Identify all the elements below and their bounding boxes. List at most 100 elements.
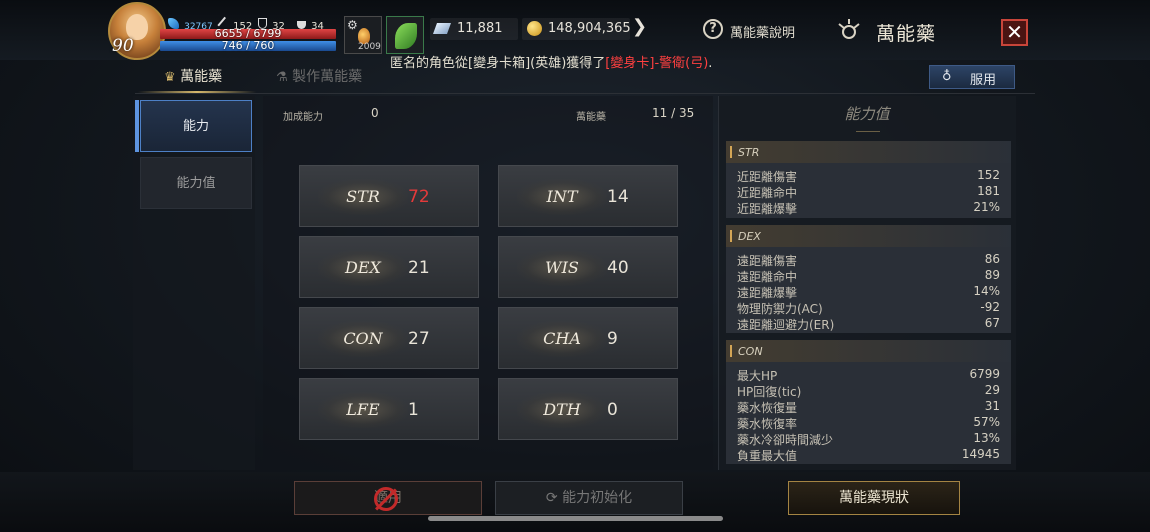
stat-row: 遠距離迴避力(ER) 67 — [726, 315, 1011, 332]
use-button-label: 服用 — [970, 73, 997, 88]
elixir-count-label: 萬能藥 — [576, 112, 606, 123]
stat-value: 9 — [607, 329, 618, 349]
tab-craft-label: 製作萬能藥 — [292, 69, 363, 85]
stat-value: 1 — [408, 400, 419, 420]
stat-card-con[interactable]: CON 27 — [299, 307, 479, 369]
buff-slot[interactable] — [386, 16, 424, 54]
group-dex: DEX 遠距離傷害 86 遠距離命中 89 遠距離爆擊 14% 物理防禦力(AC) -9… — [726, 225, 1011, 333]
mp-text: 746 / 760 — [221, 39, 275, 52]
row-label: 遠距離迴避力(ER) — [737, 318, 835, 332]
nav-item-ability[interactable]: 能力 — [140, 100, 252, 152]
stat-card-wis[interactable]: WIS 40 — [498, 236, 678, 298]
group-con: CON 最大HP 6799 HP回復(tic) 29 藥水恢復量 31 藥水恢復率 57… — [726, 340, 1011, 464]
stat-row: 負重最大值 14945 — [726, 446, 1011, 463]
stat-row: 遠距離爆擊 14% — [726, 283, 1011, 300]
title-ornament — [856, 124, 880, 132]
hp-text: 6655 / 6799 — [214, 27, 282, 40]
reset-button-label: 能力初始化 — [562, 490, 633, 506]
stat-row: 近距離命中 181 — [726, 183, 1011, 200]
group-accent — [730, 345, 732, 357]
group-name: CON — [738, 345, 763, 358]
stat-row: 遠距離傷害 86 — [726, 251, 1011, 268]
row-value: 152 — [977, 168, 1000, 182]
row-value: 181 — [977, 184, 1000, 198]
stat-row: HP回復(tic) 29 — [726, 382, 1011, 399]
stat-name: WIS — [545, 258, 579, 277]
chevron-right-icon[interactable]: ❯ — [632, 16, 647, 37]
page-title: 萬能藥 — [876, 23, 937, 45]
row-value: 13% — [973, 431, 1000, 445]
stat-value: 21 — [408, 258, 430, 278]
stat-name: LFE — [346, 400, 380, 419]
stat-card-cha[interactable]: CHA 9 — [498, 307, 678, 369]
close-icon: ✕ — [1006, 20, 1023, 44]
stat-value: 14 — [607, 187, 629, 207]
stat-name: CON — [343, 329, 383, 348]
row-value: 86 — [984, 252, 1000, 266]
gold-currency: 148,904,365 — [522, 18, 631, 40]
group-name: DEX — [738, 230, 761, 243]
mp-bar: 746 / 760 — [160, 39, 336, 52]
nav-item-stat-values[interactable]: 能力值 — [140, 157, 252, 209]
tab-craft-elixir[interactable]: ⚗ 製作萬能藥 — [276, 66, 362, 86]
stat-value: 0 — [607, 400, 618, 420]
help-label[interactable]: 萬能藥說明 — [730, 22, 795, 41]
character-level: 90 — [112, 36, 134, 56]
row-value: -92 — [980, 300, 1000, 314]
row-value: 6799 — [969, 367, 1000, 381]
elixir-status-button[interactable]: 萬能藥現狀 — [788, 481, 960, 515]
stat-card-str[interactable]: STR 72 — [299, 165, 479, 227]
gear-icon: ⚙ — [347, 18, 358, 32]
close-button[interactable]: ✕ — [1001, 19, 1028, 46]
group-name: STR — [738, 146, 760, 159]
home-indicator[interactable] — [428, 516, 723, 521]
trophy-icon — [297, 21, 306, 29]
nav-active-indicator — [135, 100, 139, 152]
tab-elixir-label: 萬能藥 — [180, 69, 223, 85]
row-label: 近距離爆擊 — [737, 202, 798, 216]
hp-bar: 6655 / 6799 — [160, 27, 336, 40]
group-header: CON — [726, 340, 1011, 362]
potion-count: 2009 — [358, 42, 381, 52]
elixir-crest-icon — [838, 19, 860, 39]
tab-elixir[interactable]: ♛ 萬能藥 — [164, 66, 222, 86]
group-accent — [730, 146, 732, 158]
potion-use-icon: ♁ — [942, 69, 952, 84]
stat-row: 藥水恢復量 31 — [726, 398, 1011, 415]
row-value: 89 — [984, 268, 1000, 282]
refresh-icon: ⟳ — [545, 490, 558, 506]
row-value: 29 — [984, 383, 1000, 397]
notice-suffix: . — [708, 56, 713, 71]
row-value: 14% — [973, 284, 1000, 298]
diamond-icon — [432, 23, 452, 34]
divider — [135, 93, 1035, 94]
help-icon[interactable]: ? — [703, 19, 723, 39]
reset-ability-button[interactable]: ⟳ 能力初始化 — [495, 481, 683, 515]
stat-card-int[interactable]: INT 14 — [498, 165, 678, 227]
stat-row: 最大HP 6799 — [726, 366, 1011, 383]
bonus-value: 0 — [371, 106, 379, 120]
stat-card-dth[interactable]: DTH 0 — [498, 378, 678, 440]
craft-icon: ⚗ — [276, 70, 288, 85]
diamond-currency: 11,881 — [430, 18, 518, 40]
stat-value: 40 — [607, 258, 629, 278]
group-header: STR — [726, 141, 1011, 163]
row-value: 31 — [984, 399, 1000, 413]
group-header: DEX — [726, 225, 1011, 247]
stat-name: CHA — [543, 329, 581, 348]
row-value: 21% — [973, 200, 1000, 214]
bonus-label: 加成能力 — [283, 112, 323, 123]
row-value: 67 — [984, 316, 1000, 330]
stat-card-lfe[interactable]: LFE 1 — [299, 378, 479, 440]
stat-name: DTH — [543, 400, 581, 419]
leaf-icon — [395, 23, 417, 49]
group-accent — [730, 230, 732, 242]
stat-card-dex[interactable]: DEX 21 — [299, 236, 479, 298]
stat-name: STR — [346, 187, 380, 206]
stat-row: 物理防禦力(AC) -92 — [726, 299, 1011, 316]
stat-row: 藥水冷卻時間減少 13% — [726, 430, 1011, 447]
potion-slot[interactable]: ⚙ 2009 — [344, 16, 382, 54]
stat-values-title: 能力值 — [844, 105, 890, 123]
stat-name: DEX — [345, 258, 381, 277]
use-button[interactable]: ♁ 服用 — [929, 65, 1015, 89]
